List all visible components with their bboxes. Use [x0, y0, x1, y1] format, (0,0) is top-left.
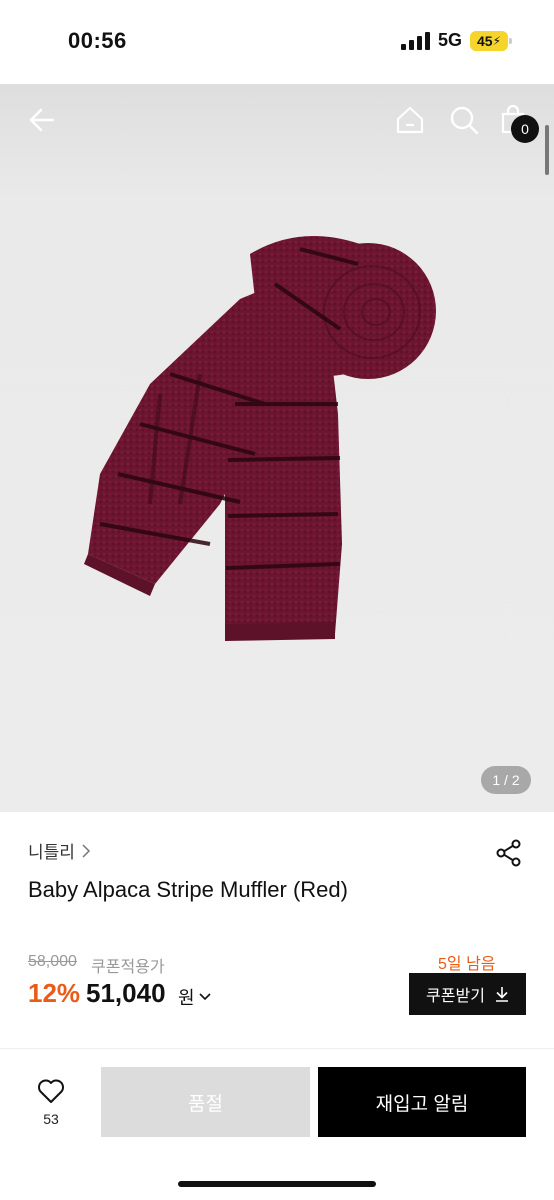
restock-alert-button[interactable]: 재입고 알림	[318, 1067, 526, 1137]
share-icon[interactable]	[494, 838, 524, 868]
like-button[interactable]: 53	[30, 1078, 72, 1127]
cart-count-badge[interactable]: 0	[511, 115, 539, 143]
battery-icon: 45 ⚡	[470, 30, 512, 51]
brand-name: 니틀리	[28, 843, 75, 862]
price-note: 쿠폰적용가	[91, 959, 165, 976]
image-counter: 1 / 2	[481, 766, 531, 794]
get-coupon-button[interactable]: 쿠폰받기	[409, 973, 526, 1015]
status-bar: 00:56 5G 45 ⚡	[0, 0, 554, 84]
coupon-button-label: 쿠폰받기	[426, 988, 485, 1005]
status-indicators: 5G 45 ⚡	[400, 30, 512, 51]
heart-icon	[38, 1079, 64, 1103]
chevron-right-icon	[82, 843, 90, 858]
like-count: 53	[43, 1111, 59, 1127]
original-price: 58,000	[28, 953, 77, 970]
soldout-button: 품절	[101, 1067, 310, 1137]
price-detail-toggle[interactable]: 원	[178, 984, 211, 1010]
search-icon[interactable]	[448, 104, 480, 136]
divider	[0, 1048, 554, 1049]
product-image-gallery[interactable]	[0, 84, 554, 812]
discount-rate: 12%	[28, 978, 81, 1008]
brand-link[interactable]: 니틀리	[28, 838, 91, 863]
home-indicator	[178, 1181, 376, 1187]
battery-level: 45	[476, 32, 493, 49]
cellular-signal-icon	[400, 31, 430, 50]
sale-price: 51,040	[86, 978, 166, 1008]
coupon-days-left: 5일 남음	[438, 956, 496, 973]
home-icon[interactable]	[394, 104, 426, 136]
back-arrow-icon[interactable]	[26, 104, 58, 136]
scroll-indicator	[545, 125, 549, 175]
product-title: Baby Alpaca Stripe Muffler (Red)	[28, 877, 348, 902]
download-icon	[495, 987, 508, 1002]
chevron-down-icon	[198, 993, 211, 1001]
currency-label: 원	[178, 988, 195, 1008]
product-image-scarf	[84, 236, 436, 641]
status-time: 00:56	[68, 28, 127, 53]
network-type: 5G	[437, 30, 462, 50]
